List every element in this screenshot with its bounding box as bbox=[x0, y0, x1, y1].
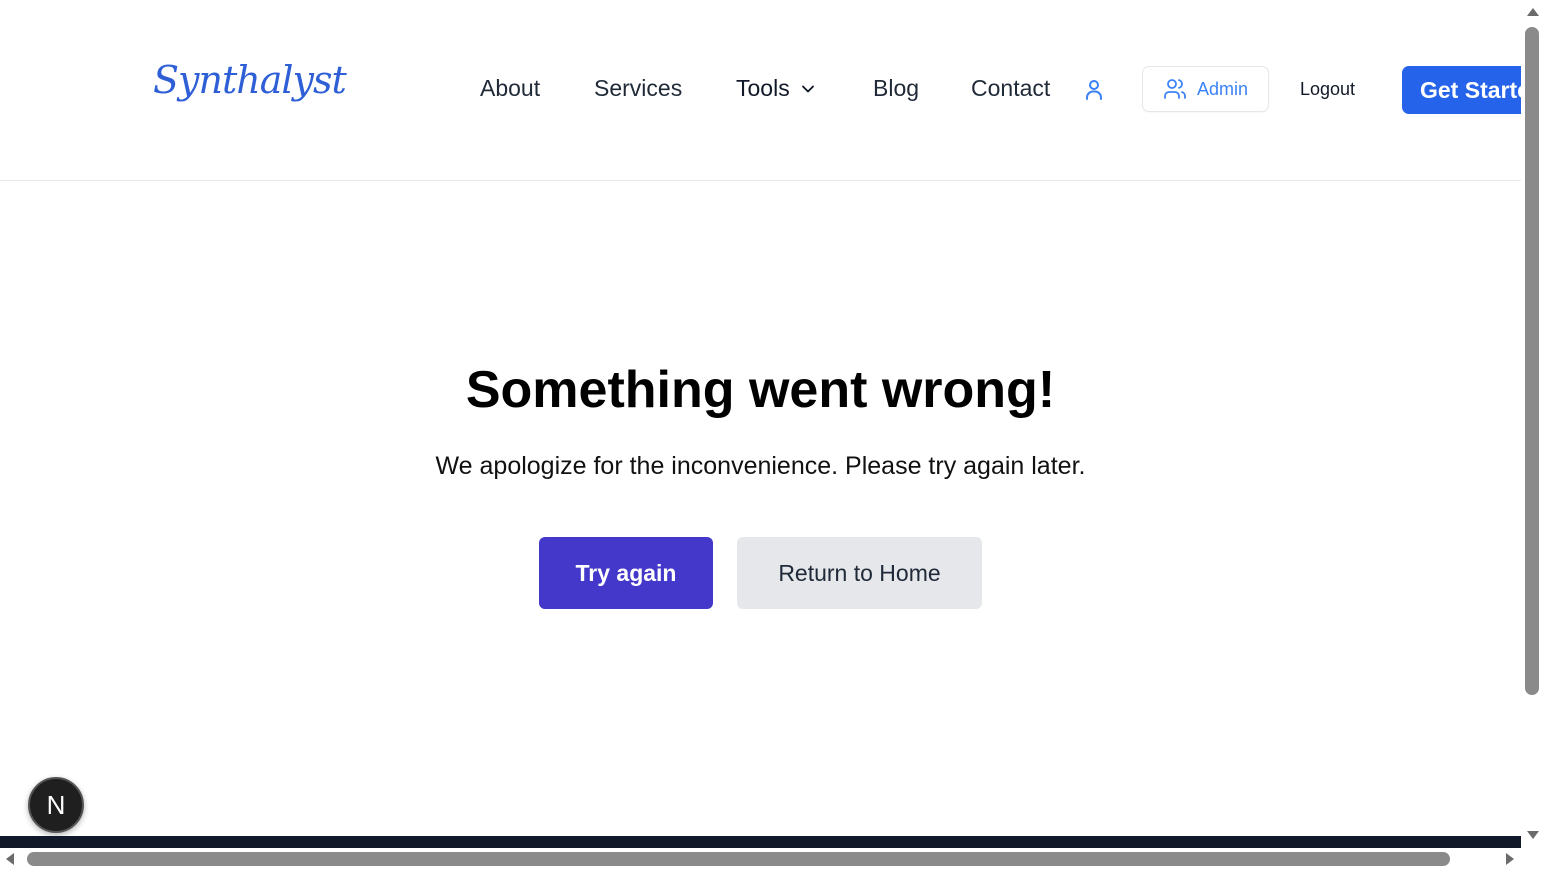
error-message: We apologize for the inconvenience. Plea… bbox=[435, 452, 1086, 480]
scroll-right-arrow-icon[interactable] bbox=[1506, 853, 1514, 865]
logout-button[interactable]: Logout bbox=[1300, 79, 1355, 100]
nextjs-dev-badge[interactable]: N bbox=[28, 777, 84, 833]
nav-about[interactable]: About bbox=[480, 75, 540, 102]
chevron-down-icon bbox=[801, 85, 814, 92]
nav-blog[interactable]: Blog bbox=[873, 75, 919, 102]
nav-tools-label: Tools bbox=[736, 75, 790, 101]
admin-button[interactable]: Admin bbox=[1142, 66, 1269, 112]
scroll-up-arrow-icon[interactable] bbox=[1527, 8, 1539, 16]
error-title: Something went wrong! bbox=[465, 361, 1056, 419]
horizontal-scrollbar[interactable] bbox=[0, 848, 1521, 870]
scrollbar-corner bbox=[1521, 848, 1544, 870]
scroll-left-arrow-icon[interactable] bbox=[6, 853, 14, 865]
scroll-down-arrow-icon[interactable] bbox=[1527, 831, 1539, 839]
footer-edge bbox=[0, 836, 1521, 848]
return-home-button[interactable]: Return to Home bbox=[737, 537, 982, 609]
nav-contact[interactable]: Contact bbox=[971, 75, 1050, 102]
get-started-button[interactable]: Get Started bbox=[1402, 66, 1521, 114]
site-header: Synthalyst About Services Tools Blog Con… bbox=[0, 0, 1521, 181]
site-logo[interactable]: Synthalyst bbox=[153, 58, 347, 102]
vertical-scrollbar[interactable] bbox=[1521, 0, 1544, 848]
nav-tools-dropdown[interactable]: Tools bbox=[736, 75, 818, 102]
nav-services[interactable]: Services bbox=[594, 75, 682, 102]
vertical-scroll-thumb[interactable] bbox=[1525, 27, 1539, 695]
user-icon[interactable] bbox=[1082, 78, 1106, 102]
horizontal-scroll-thumb[interactable] bbox=[27, 852, 1450, 866]
try-again-button[interactable]: Try again bbox=[539, 537, 713, 609]
admin-label: Admin bbox=[1196, 78, 1249, 99]
users-icon bbox=[1164, 79, 1186, 99]
browser-viewport: Synthalyst About Services Tools Blog Con… bbox=[0, 0, 1521, 848]
nextjs-logo-icon: N bbox=[46, 789, 66, 820]
